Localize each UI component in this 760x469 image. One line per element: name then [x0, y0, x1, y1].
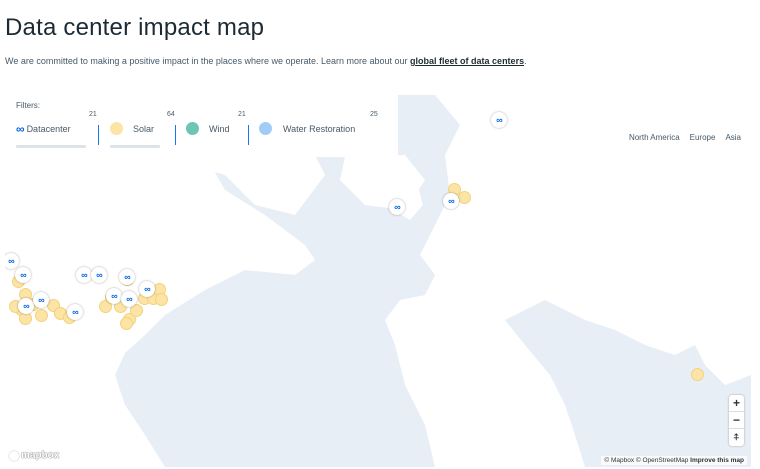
region-north-america[interactable]: North America: [629, 133, 680, 142]
datacenter-marker[interactable]: ∞: [389, 199, 405, 215]
filter-solar[interactable]: 64 Solar: [110, 109, 175, 149]
datacenter-marker[interactable]: ∞: [139, 281, 155, 297]
intro-text: We are committed to making a positive im…: [5, 56, 527, 66]
divider: [98, 125, 99, 145]
filter-label: Water Restoration: [283, 123, 356, 134]
filter-progress: [110, 145, 160, 148]
filter-label: Wind: [209, 123, 230, 134]
datacenter-marker[interactable]: ∞: [91, 267, 107, 283]
datacenter-marker[interactable]: ∞: [491, 112, 507, 128]
water-count: 25: [370, 111, 378, 118]
datacenter-marker[interactable]: ∞: [443, 193, 459, 209]
filter-label: Datacenter: [26, 124, 71, 134]
datacenter-marker[interactable]: ∞: [33, 292, 49, 308]
datacenter-marker[interactable]: ∞: [18, 298, 34, 314]
solar-count: 64: [167, 111, 175, 118]
water-dot-icon: [259, 122, 272, 135]
wind-count: 21: [238, 111, 246, 118]
filter-label: Solar: [133, 123, 155, 134]
filter-water-restoration[interactable]: 25 Water Restoration: [259, 109, 389, 149]
filters-panel: Filters: 21 ∞ Datacenter 64 Solar 21 Win…: [5, 95, 398, 157]
global-fleet-link[interactable]: global fleet of data centers: [410, 56, 524, 66]
datacenter-marker[interactable]: ∞: [76, 267, 92, 283]
impact-map[interactable]: ∞ ∞ ∞ ∞ ∞ ∞ ∞ ∞ ∞ ∞ ∞ ∞ ∞ ∞ Filters: 21 …: [5, 95, 751, 467]
region-europe[interactable]: Europe: [690, 133, 716, 142]
compass-button[interactable]: ⍏: [729, 429, 744, 446]
datacenter-marker[interactable]: ∞: [67, 304, 83, 320]
datacenter-marker[interactable]: ∞: [106, 288, 122, 304]
page-title: Data center impact map: [5, 14, 265, 41]
datacenter-marker[interactable]: ∞: [119, 269, 135, 285]
filter-progress: [16, 145, 86, 148]
mapbox-logo[interactable]: mapbox: [9, 450, 59, 461]
datacenter-marker[interactable]: ∞: [15, 267, 31, 283]
wind-dot-icon: [186, 122, 199, 135]
zoom-in-button[interactable]: +: [729, 395, 744, 412]
divider: [248, 125, 249, 145]
filter-datacenter[interactable]: 21 ∞ Datacenter: [16, 109, 97, 149]
zoom-out-button[interactable]: −: [729, 412, 744, 429]
solar-dot-icon: [110, 122, 123, 135]
region-asia[interactable]: Asia: [725, 133, 741, 142]
datacenter-count: 21: [89, 111, 97, 118]
improve-map-link[interactable]: Improve this map: [690, 457, 744, 464]
mapbox-icon: [9, 450, 19, 461]
map-attribution: © Mapbox © OpenStreetMap Improve this ma…: [601, 456, 747, 465]
datacenter-marker[interactable]: ∞: [121, 291, 137, 307]
zoom-controls: + − ⍏: [729, 395, 744, 446]
region-links: North America Europe Asia: [629, 133, 741, 142]
meta-logo-icon: ∞: [16, 122, 25, 136]
filter-wind[interactable]: 21 Wind: [186, 109, 246, 149]
divider: [175, 125, 176, 145]
